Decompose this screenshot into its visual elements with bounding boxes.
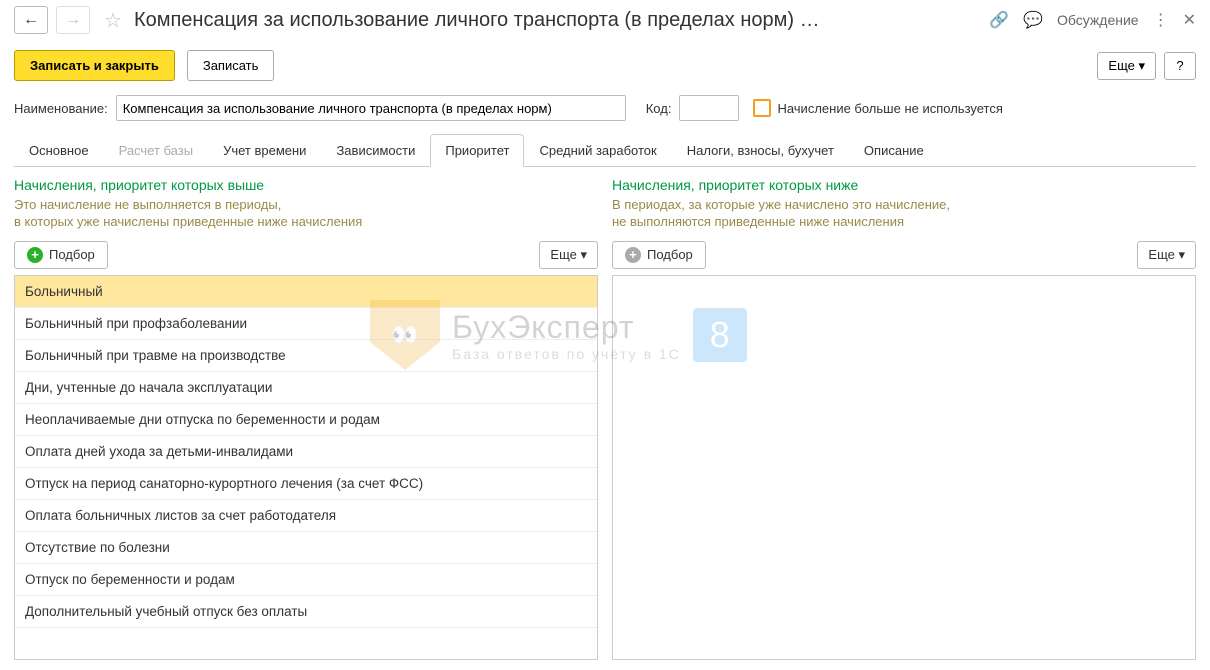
- panel-higher-priority: Начисления, приоритет которых выше Это н…: [14, 177, 598, 660]
- list-item[interactable]: Отпуск по беременности и родам: [15, 564, 597, 596]
- more-button[interactable]: Еще ▾: [1097, 52, 1156, 80]
- tabs: Основное Расчет базы Учет времени Зависи…: [14, 133, 1196, 167]
- tab-tax[interactable]: Налоги, взносы, бухучет: [672, 134, 849, 167]
- disabled-checkbox[interactable]: [753, 99, 771, 117]
- tab-base[interactable]: Расчет базы: [104, 134, 209, 167]
- tab-avg[interactable]: Средний заработок: [524, 134, 671, 167]
- panel-desc: Это начисление не выполняется в периоды,…: [14, 197, 598, 231]
- list-scroll[interactable]: Больничный Больничный при профзаболевани…: [15, 276, 597, 659]
- page-title: Компенсация за использование личного тра…: [134, 9, 820, 32]
- more-right[interactable]: Еще ▾: [1137, 241, 1196, 269]
- save-close-button[interactable]: Записать и закрыть: [14, 50, 175, 81]
- panel-title: Начисления, приоритет которых выше: [14, 177, 598, 193]
- list-item[interactable]: Больничный при профзаболевании: [15, 308, 597, 340]
- lower-priority-list[interactable]: [612, 275, 1196, 660]
- favorite-icon[interactable]: ☆: [104, 8, 122, 33]
- tab-time[interactable]: Учет времени: [208, 134, 321, 167]
- higher-priority-list: Больничный Больничный при профзаболевани…: [14, 275, 598, 660]
- list-item[interactable]: Оплата больничных листов за счет работод…: [15, 500, 597, 532]
- back-button[interactable]: ←: [14, 6, 48, 34]
- discuss-icon[interactable]: 💬: [1023, 10, 1043, 30]
- list-item[interactable]: Оплата дней ухода за детьми-инвалидами: [15, 436, 597, 468]
- name-label: Наименование:: [14, 101, 108, 116]
- list-item[interactable]: Больничный: [15, 276, 597, 308]
- code-label: Код:: [646, 101, 672, 116]
- list-item[interactable]: Больничный при травме на производстве: [15, 340, 597, 372]
- plus-icon: +: [625, 247, 641, 263]
- link-icon[interactable]: 🔗: [989, 10, 1009, 30]
- tab-main[interactable]: Основное: [14, 134, 104, 167]
- list-item[interactable]: Дополнительный учебный отпуск без оплаты: [15, 596, 597, 628]
- discuss-label[interactable]: Обсуждение: [1057, 12, 1139, 28]
- panel-lower-priority: Начисления, приоритет которых ниже В пер…: [612, 177, 1196, 660]
- pick-button-right[interactable]: + Подбор: [612, 241, 706, 269]
- help-button[interactable]: ?: [1164, 52, 1196, 80]
- tab-desc[interactable]: Описание: [849, 134, 939, 167]
- list-item[interactable]: Отпуск на период санаторно-курортного ле…: [15, 468, 597, 500]
- disabled-label: Начисление больше не используется: [777, 101, 1002, 116]
- more-left[interactable]: Еще ▾: [539, 241, 598, 269]
- forward-button[interactable]: →: [56, 6, 90, 34]
- close-icon[interactable]: ✕: [1183, 10, 1196, 30]
- save-button[interactable]: Записать: [187, 50, 275, 81]
- tab-deps[interactable]: Зависимости: [321, 134, 430, 167]
- name-input[interactable]: [116, 95, 626, 121]
- list-item[interactable]: Неоплачиваемые дни отпуска по беременнос…: [15, 404, 597, 436]
- kebab-icon[interactable]: ⋮: [1153, 10, 1169, 30]
- panel-desc: В периодах, за которые уже начислено это…: [612, 197, 1196, 231]
- pick-button-left[interactable]: + Подбор: [14, 241, 108, 269]
- plus-icon: +: [27, 247, 43, 263]
- list-item[interactable]: Дни, учтенные до начала эксплуатации: [15, 372, 597, 404]
- code-input[interactable]: [679, 95, 739, 121]
- list-item[interactable]: Отсутствие по болезни: [15, 532, 597, 564]
- panel-title: Начисления, приоритет которых ниже: [612, 177, 1196, 193]
- tab-priority[interactable]: Приоритет: [430, 134, 524, 167]
